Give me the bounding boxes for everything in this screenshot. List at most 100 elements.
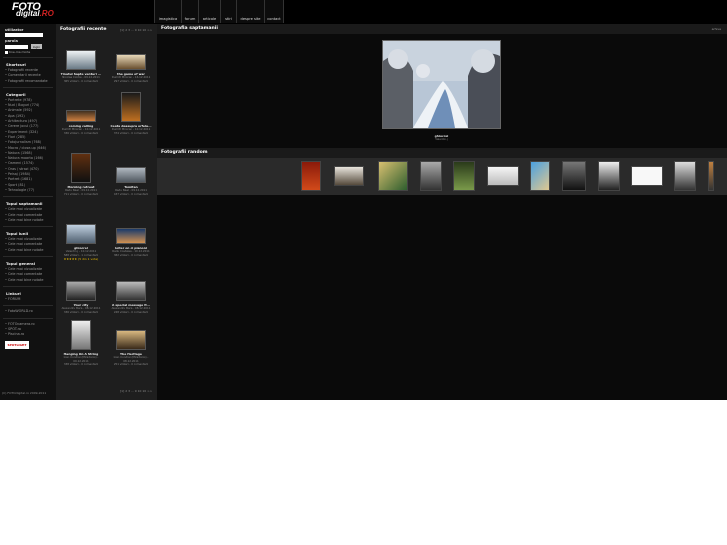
random-photo[interactable] <box>420 161 442 191</box>
random-photo[interactable] <box>453 161 475 191</box>
recent-photo-thumbnail[interactable] <box>116 228 146 244</box>
recent-photo-card[interactable]: loiter on ci pianoni Radu Costalea - 10.1… <box>106 212 156 257</box>
recent-photo-card[interactable]: A special message fr... Alexandru Bara - … <box>106 269 156 314</box>
sidebar-section-title: Categorii <box>6 91 26 97</box>
nav-contact[interactable]: contact <box>264 0 284 23</box>
photo-stats: 711 vilizari - 0 comentarii <box>63 191 99 196</box>
main-content: Fotografia saptamanii arhiva ghiocrel Va… <box>157 24 727 400</box>
photo-stats: 437 vilizari - 0 comentarii <box>113 191 149 196</box>
weekly-header: Fotografia saptamanii arhiva <box>157 24 727 34</box>
copyright: (C) FOTOdigital.ro 2009-2011 <box>2 391 47 395</box>
photo-stats: 297 vilizari - 0 comentarii <box>113 78 149 83</box>
random-photo[interactable] <box>334 166 364 186</box>
sidebar-link[interactable]: Tehnologie (77) <box>5 188 56 193</box>
login-button[interactable]: login <box>31 44 42 49</box>
recent-photo-card[interactable]: Tinutul Sapte venturi ... Nicolae Ciorbe … <box>56 38 106 83</box>
recent-photo-card[interactable]: The Heritage Ioan Condrei (Miradonis) - 0… <box>106 318 156 367</box>
photo-stats: 365 vilizari - 0 comentarii <box>63 78 99 83</box>
recent-photo-thumbnail[interactable] <box>71 153 91 183</box>
extra-link[interactable]: Piscina.ro <box>5 332 56 337</box>
site-logo[interactable]: FOTO digital.RO <box>12 2 54 18</box>
sidebar-link[interactable]: Cele mai bine notate <box>5 248 56 253</box>
remember-checkbox[interactable] <box>5 50 8 54</box>
recent-photo-thumbnail[interactable] <box>71 320 91 350</box>
photo-stats: 251 vilizari - 0 comentarii <box>113 362 149 367</box>
recent-photos-panel: Fotografii recente [1] 2 3 ... 9 10 10 >… <box>56 24 157 400</box>
weekly-photo-image <box>383 41 500 128</box>
nav-despre-site[interactable]: despre site <box>236 0 264 23</box>
username-label: utilizator <box>5 28 24 32</box>
nav-imagistica[interactable]: imagistica <box>154 0 181 23</box>
photo-stats: 382 vilizari - 0 comentarii <box>113 252 149 257</box>
recent-photo-card[interactable]: Hanging On A String Ioan Condrei (Miradon… <box>56 318 106 367</box>
sidebar-sections: ShortcuriFotografii recenteComentarii re… <box>0 62 56 302</box>
random-header: Fotografii random <box>157 148 727 158</box>
recent-photo-card[interactable]: ghiocrel Valentin.j - 10.12.2011 588 viliz… <box>56 212 106 261</box>
extra-link[interactable]: FotoWORLD.ro <box>5 309 56 314</box>
photo-stats: 336 vilizari - 0 comentarii <box>63 130 99 135</box>
random-photo[interactable] <box>378 161 408 191</box>
divider <box>3 305 53 307</box>
sidebar-section-title: Topul saptamanii <box>6 201 43 207</box>
sidebar-section-title: Topul general <box>6 261 36 267</box>
recent-photo-thumbnail[interactable] <box>116 281 146 301</box>
nav-forum[interactable]: forum <box>181 0 198 23</box>
divider <box>3 86 53 88</box>
sidebar-link[interactable]: Cele mai bine notate <box>5 278 56 283</box>
weekly-photo[interactable] <box>382 40 501 129</box>
random-photo[interactable] <box>708 161 714 191</box>
weekly-caption: ghiocrel Valentin.j <box>382 132 501 142</box>
logo-suffix: .RO <box>39 9 54 18</box>
sidebar-link[interactable]: Cele mai bine notate <box>5 218 56 223</box>
password-row: login <box>5 44 56 49</box>
recent-title: Fotografii recente <box>60 27 107 32</box>
random-photo[interactable] <box>301 161 321 191</box>
sidebar: utilizator parola login tine-ma minte Sh… <box>0 24 56 400</box>
recent-photo-thumbnail[interactable] <box>121 92 141 122</box>
header: FOTO digital.RO imagistica forum articol… <box>0 0 727 24</box>
random-photo[interactable] <box>674 161 696 191</box>
password-input[interactable] <box>5 44 28 49</box>
random-photo[interactable] <box>631 166 663 186</box>
random-photo[interactable] <box>562 161 586 191</box>
random-photo[interactable] <box>598 161 620 191</box>
recent-photo-card[interactable]: the game of war Dumitr Minican - 16.12.20… <box>106 38 156 83</box>
recent-photo-card[interactable]: coming calling Dumitr Minican - 10.12.201… <box>56 90 106 135</box>
recent-photo-thumbnail[interactable] <box>116 167 146 183</box>
recent-photo-card[interactable]: Morning retreat Radu Nael - 09.12.2011 711… <box>56 151 106 196</box>
random-photo[interactable] <box>487 166 519 186</box>
password-label: parola <box>5 39 18 43</box>
photo-stats: 374 vilizari - 0 comentarii <box>113 130 149 135</box>
logo-line2: digital.RO <box>16 10 54 18</box>
recent-photo-thumbnail[interactable] <box>66 224 96 244</box>
recent-photo-thumbnail[interactable] <box>66 281 96 301</box>
archive-link[interactable]: arhiva <box>712 27 721 31</box>
recent-photo-card[interactable]: Ceata deasupra orfelu... Dumitr Minican -… <box>106 90 156 135</box>
recent-photo-thumbnail[interactable] <box>116 330 146 350</box>
sidebar-link[interactable]: FORUM <box>5 297 56 302</box>
sidebar-link[interactable]: Fotografii recomandate <box>5 79 56 84</box>
recent-photo-thumbnail[interactable] <box>116 54 146 70</box>
recent-photo-card[interactable]: Tomitan Radu Nael - 09.12.2011 437 vilizar… <box>106 151 156 196</box>
divider <box>3 57 53 58</box>
page: FOTO digital.RO imagistica forum articol… <box>0 0 727 545</box>
spotlight-badge[interactable]: SPOTLIGHT <box>5 341 29 350</box>
username-input[interactable] <box>5 33 43 37</box>
photo-stats: 336 vilizari - 0 comentarii <box>63 309 99 314</box>
random-photo[interactable] <box>530 161 550 191</box>
divider <box>3 226 53 228</box>
login-form: utilizator parola login tine-ma minte <box>5 28 56 54</box>
photo-rating: ★★★★★ (5 din 1 vote) <box>63 257 99 262</box>
pager-top[interactable]: [1] 2 3 ... 9 10 10 >> <box>120 28 152 32</box>
pager-bottom[interactable]: [1] 2 3 ... 9 10 10 >> <box>120 389 152 393</box>
recent-photo-thumbnail[interactable] <box>66 50 96 70</box>
nav-stiri[interactable]: stiri <box>220 0 236 23</box>
random-photos-strip <box>157 158 727 195</box>
nav-articole[interactable]: articole <box>198 0 220 23</box>
recent-photo-thumbnail[interactable] <box>66 110 96 122</box>
recent-photo-card[interactable]: Your city Alexandru Bara - 08.12.2011 336 … <box>56 269 106 314</box>
photo-stats: 338 vilizari - 0 comentarii <box>63 362 99 367</box>
divider <box>3 256 53 258</box>
remember-me[interactable]: tine-ma minte <box>5 50 56 54</box>
weekly-photo-author[interactable]: Valentin.j <box>382 137 501 142</box>
